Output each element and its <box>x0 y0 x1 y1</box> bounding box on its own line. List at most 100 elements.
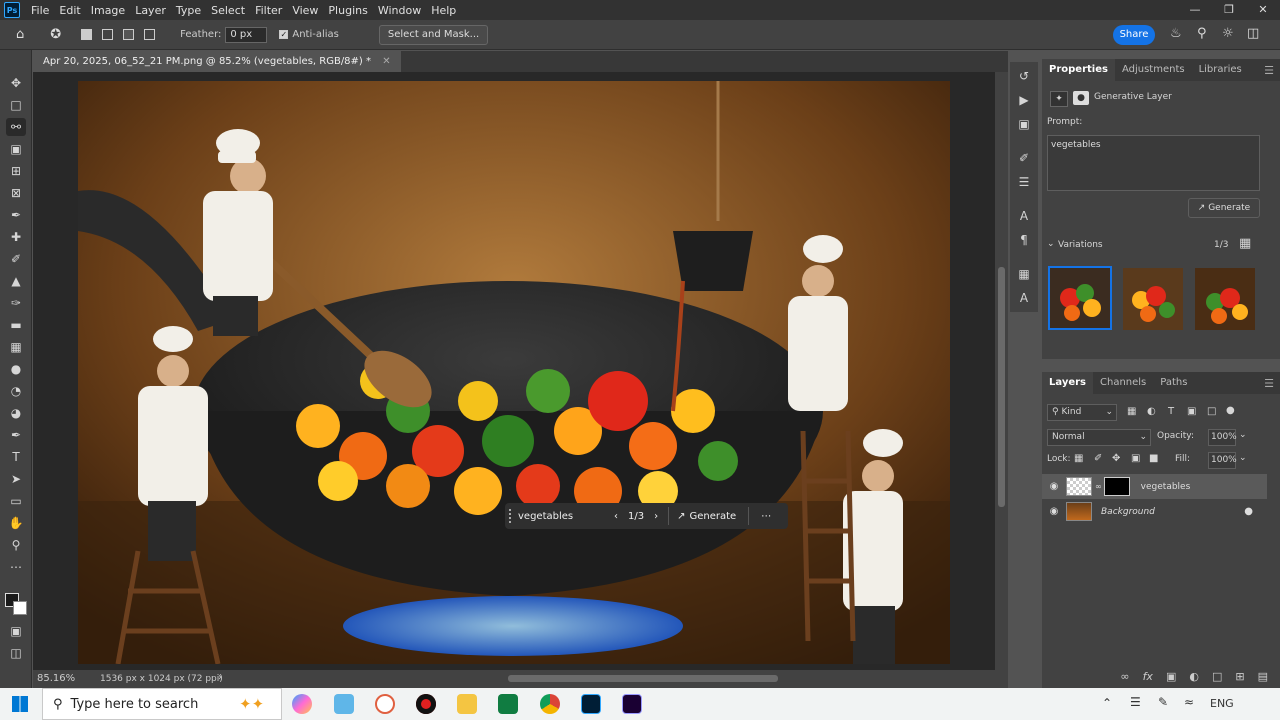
move-tool-icon[interactable]: ✥ <box>6 74 26 92</box>
gradient-tool-icon[interactable]: ▦ <box>6 338 26 356</box>
burn-tool-icon[interactable]: ◕ <box>6 404 26 422</box>
tab-layers[interactable]: Layers <box>1042 372 1093 394</box>
lasso-icon[interactable]: ✪ <box>44 27 67 42</box>
contextual-prompt-input[interactable]: vegetables <box>518 511 608 522</box>
show-hidden-icons-icon[interactable]: ⌃ <box>1102 696 1112 710</box>
type-tool-icon[interactable]: T <box>6 448 26 466</box>
tab-libraries[interactable]: Libraries <box>1192 59 1249 81</box>
app-icon-blue[interactable] <box>334 694 354 714</box>
document-size-info[interactable]: 1536 px x 1024 px (72 ppi) <box>100 674 223 684</box>
vertical-scrollbar[interactable] <box>995 72 1008 670</box>
dodge-tool-icon[interactable]: ◔ <box>6 382 26 400</box>
hand-tool-icon[interactable]: ✋ <box>6 514 26 532</box>
snipping-tool-icon[interactable] <box>375 694 395 714</box>
taskbar-search-box[interactable]: ⚲ Type here to search ✦✦ <box>42 688 282 720</box>
link-layers-icon[interactable]: ∞ <box>1120 670 1129 683</box>
lock-all-icon[interactable]: ■ <box>1149 453 1158 464</box>
feather-input[interactable]: 0 px <box>225 26 268 43</box>
filter-smart-object-icon[interactable]: □ <box>1207 406 1216 417</box>
document-image[interactable] <box>78 81 950 664</box>
premiere-taskbar-icon[interactable] <box>622 694 642 714</box>
adjustment-layer-icon[interactable]: ◐ <box>1189 670 1199 683</box>
tab-paths[interactable]: Paths <box>1153 372 1194 394</box>
tab-channels[interactable]: Channels <box>1093 372 1153 394</box>
blur-tool-icon[interactable]: ● <box>6 360 26 378</box>
lasso-tool-icon[interactable]: ⚯ <box>6 118 26 136</box>
new-group-icon[interactable]: □ <box>1212 670 1222 683</box>
search-icon[interactable]: ⚲ <box>1197 26 1207 41</box>
photoshop-taskbar-icon[interactable] <box>581 694 601 714</box>
previous-variation-icon[interactable]: ‹ <box>608 511 624 522</box>
stamp-tool-icon[interactable]: ▲ <box>6 272 26 290</box>
kind-filter-select[interactable]: ⚲ Kind ⌄ <box>1047 404 1117 421</box>
excel-icon[interactable] <box>498 694 518 714</box>
intersect-selection-icon[interactable] <box>144 29 156 40</box>
comments-icon[interactable]: ▣ <box>1016 116 1032 132</box>
screen-mode-icon[interactable]: ◫ <box>6 644 26 662</box>
background-color-swatch[interactable] <box>13 601 27 615</box>
opacity-chevron-icon[interactable]: ⌄ <box>1239 430 1247 440</box>
language-indicator[interactable]: ENG <box>1210 697 1234 710</box>
delete-layer-icon[interactable]: ▤ <box>1258 670 1268 683</box>
character-styles-icon[interactable]: A <box>1016 290 1032 306</box>
rectangle-tool-icon[interactable]: ▭ <box>6 492 26 510</box>
filter-adjustment-icon[interactable]: ◐ <box>1147 406 1156 417</box>
grid-view-icon[interactable]: ▦ <box>1239 236 1251 251</box>
close-icon[interactable]: ✕ <box>1246 0 1280 20</box>
zoom-tool-icon[interactable]: ⚲ <box>6 536 26 554</box>
wifi-icon[interactable]: ≈ <box>1184 695 1194 709</box>
document-tab[interactable]: Apr 20, 2025, 06_52_21 PM.png @ 85.2% (v… <box>33 51 401 72</box>
filter-toggle-icon[interactable]: ● <box>1226 405 1235 416</box>
restore-icon[interactable]: ❐ <box>1212 0 1246 20</box>
menu-select[interactable]: Select <box>206 4 250 17</box>
frame-tool-icon[interactable]: ⊠ <box>6 184 26 202</box>
home-icon[interactable]: ⌂ <box>10 27 30 42</box>
menu-edit[interactable]: Edit <box>54 4 85 17</box>
eyedropper-tool-icon[interactable]: ✒ <box>6 206 26 224</box>
history-brush-icon[interactable]: ✑ <box>6 294 26 312</box>
fx-icon[interactable]: fx <box>1143 670 1153 683</box>
lock-artboard-icon[interactable]: ▣ <box>1131 453 1140 464</box>
menu-window[interactable]: Window <box>373 4 426 17</box>
menu-type[interactable]: Type <box>171 4 206 17</box>
lock-position-icon[interactable]: ✥ <box>1112 453 1120 464</box>
fill-input[interactable]: 100% <box>1208 452 1237 469</box>
select-and-mask-button[interactable]: Select and Mask... <box>378 24 489 45</box>
copilot-icon[interactable] <box>292 694 312 714</box>
generate-icon[interactable]: ↗ <box>673 511 689 522</box>
network-icon[interactable]: ☰ <box>1130 695 1141 709</box>
filter-type-icon[interactable]: T <box>1168 406 1174 417</box>
chrome-icon[interactable] <box>540 694 560 714</box>
menu-filter[interactable]: Filter <box>250 4 287 17</box>
drag-handle-icon[interactable] <box>509 509 512 523</box>
add-mask-icon[interactable]: ▣ <box>1166 670 1176 683</box>
menu-layer[interactable]: Layer <box>130 4 171 17</box>
brushes-icon[interactable]: ✐ <box>1016 150 1032 166</box>
minimize-icon[interactable]: — <box>1178 0 1212 20</box>
antialias-checkbox[interactable]: ✓ <box>279 30 289 39</box>
marquee-tool-icon[interactable]: □ <box>6 96 26 114</box>
new-layer-icon[interactable]: ⊞ <box>1235 670 1244 683</box>
record-icon[interactable] <box>416 694 436 714</box>
filter-shape-icon[interactable]: ▣ <box>1187 406 1196 417</box>
more-tools-icon[interactable]: ⋯ <box>6 558 26 576</box>
tab-properties[interactable]: Properties <box>1042 59 1115 81</box>
sun-icon[interactable]: ☼ <box>1222 26 1234 41</box>
opacity-input[interactable]: 100% <box>1208 429 1237 446</box>
healing-brush-icon[interactable]: ✚ <box>6 228 26 246</box>
windows-start-icon[interactable] <box>12 696 28 712</box>
share-button[interactable]: Share <box>1113 25 1155 45</box>
pen-icon[interactable]: ✎ <box>1158 695 1168 709</box>
adjust-sliders-icon[interactable]: ☰ <box>1016 174 1032 190</box>
bell-icon[interactable]: ♨ <box>1170 26 1182 41</box>
next-variation-icon[interactable]: › <box>648 511 664 522</box>
tab-adjustments[interactable]: Adjustments <box>1115 59 1192 81</box>
actions-play-icon[interactable]: ▶ <box>1016 92 1032 108</box>
status-arrow-icon[interactable]: › <box>218 672 222 683</box>
menu-file[interactable]: File <box>26 4 54 17</box>
lock-transparent-icon[interactable]: ▦ <box>1074 453 1083 464</box>
zoom-level[interactable]: 85.16% <box>37 673 75 684</box>
tab-close-icon[interactable]: ✕ <box>382 56 390 67</box>
menu-plugins[interactable]: Plugins <box>323 4 372 17</box>
eraser-tool-icon[interactable]: ▬ <box>6 316 26 334</box>
